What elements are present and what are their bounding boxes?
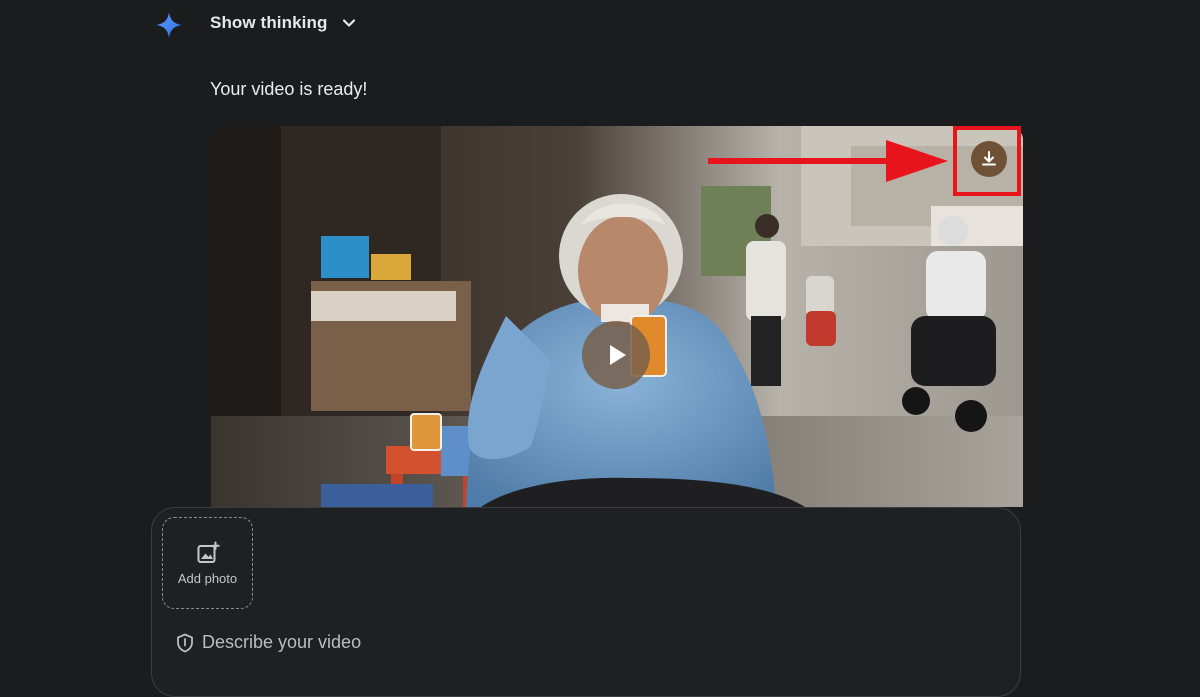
prompt-composer: Add photo Describe your video (151, 507, 1021, 697)
chevron-down-icon (343, 19, 356, 27)
add-photo-label: Add photo (177, 570, 238, 586)
gemini-spark-icon (156, 12, 182, 38)
annotation-arrow (708, 140, 948, 182)
play-button[interactable] (582, 321, 650, 389)
play-icon (610, 345, 626, 365)
response-message: Your video is ready! (210, 79, 368, 99)
shield-icon (177, 633, 193, 652)
show-thinking-label: Show thinking (210, 13, 328, 32)
describe-video-placeholder: Describe your video (202, 632, 362, 652)
show-thinking-toggle[interactable]: Show thinking (210, 13, 357, 33)
add-photo-button[interactable]: Add photo (162, 517, 253, 609)
annotation-highlight-box (953, 126, 1021, 196)
add-image-icon (197, 541, 220, 563)
describe-video-input[interactable]: Describe your video (176, 632, 361, 653)
